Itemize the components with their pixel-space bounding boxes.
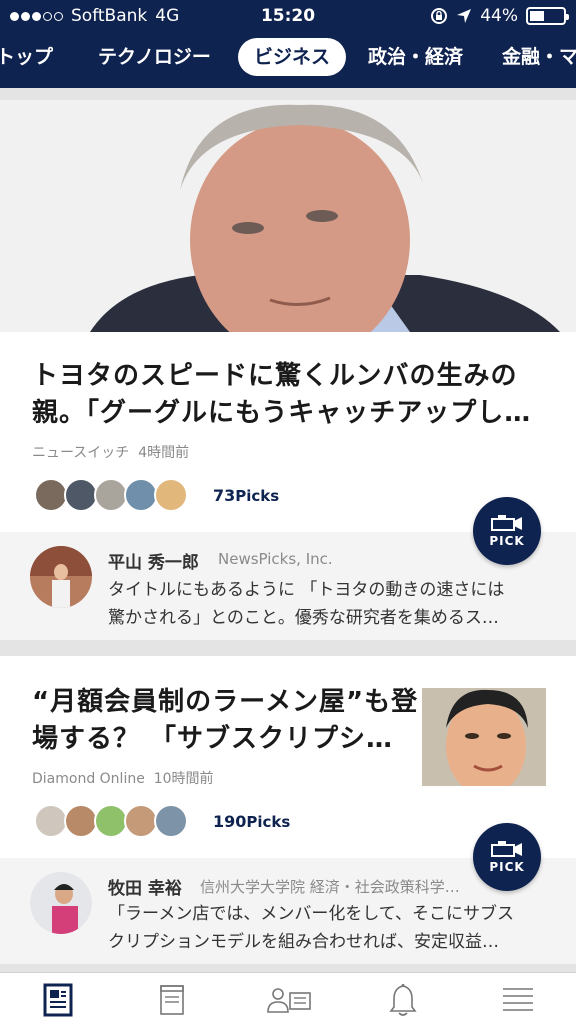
avatar	[64, 478, 98, 512]
battery-percent: 44%	[480, 6, 518, 26]
article-source: ニュースイッチ	[32, 445, 130, 461]
avatar	[30, 546, 92, 608]
status-right: 44%	[430, 6, 569, 26]
tab-politics-economy[interactable]: 政治・経済	[368, 38, 463, 76]
headline-line: 場する？ 「サブスクリプシ…	[32, 724, 394, 754]
picks-number: 190	[213, 812, 247, 831]
picks-suffix: Picks	[235, 487, 280, 505]
avatar	[34, 478, 68, 512]
avatar	[34, 804, 68, 838]
commenter-org: NewsPicks, Inc.	[218, 550, 333, 568]
article-headline[interactable]: トヨタのスピードに驚くルンバの生みの 親。「グーグルにもうキャッチアップし…	[32, 358, 531, 432]
avatar	[124, 478, 158, 512]
comment-text: 「ラーメン店では、メンバー化をして、そこにサブス クリプションモデルを組み合わせ…	[108, 900, 514, 956]
bell-icon	[389, 984, 417, 1016]
avatar	[124, 804, 158, 838]
pick-label: PICK	[489, 860, 525, 874]
tab-top[interactable]: トップ	[0, 38, 53, 76]
commenter-name: 平山 秀一郎	[108, 553, 199, 573]
picker-avatars[interactable]	[34, 478, 188, 512]
article-hero-image[interactable]	[0, 100, 576, 332]
avatar	[64, 804, 98, 838]
comment-line: タイトルにもあるように 「トヨタの動きの速さには	[108, 580, 505, 600]
battery-icon	[526, 7, 569, 25]
avatar	[94, 478, 128, 512]
nav-news[interactable]	[38, 983, 78, 1017]
headline-line: 親。「グーグルにもうキャッチアップし…	[32, 398, 532, 428]
news-icon	[43, 983, 73, 1017]
location-arrow-icon	[457, 9, 472, 23]
section-divider	[0, 964, 576, 972]
commenter-name: 牧田 幸裕	[108, 879, 182, 899]
bottom-navigation	[0, 972, 576, 1024]
commenter-org: 信州大学大学院 経済・社会政策科学…	[200, 878, 460, 896]
avatar	[94, 804, 128, 838]
article-time: 4時間前	[138, 445, 190, 461]
article-meta: ニュースイッチ 4時間前	[32, 442, 189, 462]
comment-line: クリプションモデルを組み合わせれば、安定収益…	[108, 932, 499, 952]
status-bar: SoftBank 4G 15:20 44%	[0, 0, 576, 32]
avatar	[30, 872, 92, 934]
article-time: 10時間前	[153, 771, 214, 787]
rotation-lock-icon	[431, 8, 448, 24]
section-divider	[0, 88, 576, 100]
article-headline[interactable]: “月額会員制のラーメン屋”も登 場する？ 「サブスクリプシ…	[32, 684, 418, 758]
comment-line: 「ラーメン店では、メンバー化をして、そこにサブス	[108, 904, 514, 924]
people-icon	[267, 988, 311, 1013]
article-source: Diamond Online	[32, 771, 145, 787]
camera-icon	[491, 841, 522, 857]
nav-book[interactable]	[152, 983, 192, 1017]
tab-finance[interactable]: 金融・マ	[502, 38, 576, 76]
tab-business[interactable]: ビジネス	[238, 38, 347, 76]
tab-technology[interactable]: テクノロジー	[98, 38, 211, 76]
article-meta: Diamond Online 10時間前	[32, 768, 214, 788]
avatar	[154, 804, 188, 838]
nav-menu[interactable]	[498, 983, 538, 1017]
article-thumbnail[interactable]	[422, 688, 546, 786]
pick-label: PICK	[489, 534, 525, 548]
avatar	[154, 478, 188, 512]
book-icon	[160, 985, 184, 1015]
pick-button[interactable]: PICK	[473, 497, 541, 565]
picks-suffix: Picks	[246, 813, 291, 831]
picks-count[interactable]: 190Picks	[213, 812, 290, 831]
comment-text: タイトルにもあるように 「トヨタの動きの速さには 驚かされる」とのこと。優秀な研…	[108, 576, 504, 632]
comment-line: 驚かされる」とのこと。優秀な研究者を集めるス…	[108, 608, 499, 628]
camera-icon	[491, 515, 522, 531]
category-tab-bar: トップ テクノロジー ビジネス 政治・経済 金融・マ	[0, 32, 576, 88]
section-divider	[0, 640, 576, 656]
nav-notifications[interactable]	[383, 983, 423, 1017]
menu-icon	[503, 988, 533, 1011]
headline-line: “月額会員制のラーメン屋”も登	[32, 687, 419, 717]
pick-button[interactable]: PICK	[473, 823, 541, 891]
nav-people[interactable]	[266, 983, 312, 1017]
picker-avatars[interactable]	[34, 804, 188, 838]
picks-count[interactable]: 73Picks	[213, 486, 279, 505]
headline-line: トヨタのスピードに驚くルンバの生みの	[32, 361, 518, 391]
picks-number: 73	[213, 486, 236, 505]
